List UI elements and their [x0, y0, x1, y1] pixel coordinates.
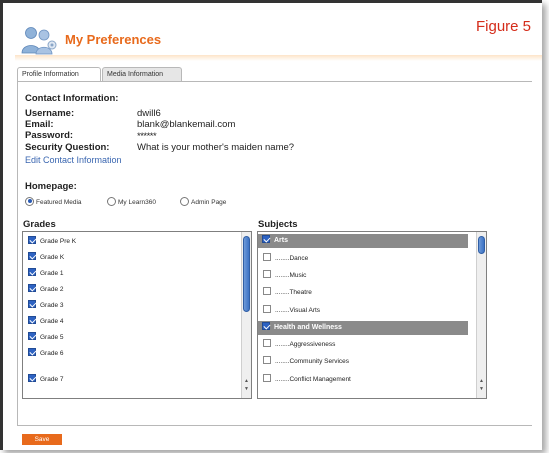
list-item-category[interactable]: Arts	[258, 234, 468, 248]
list-item[interactable]: Grade 6	[28, 346, 64, 362]
list-item[interactable]: Grade 1	[28, 266, 64, 282]
radio-selected-icon	[25, 196, 34, 206]
scroll-down-arrow-icon[interactable]: ▼	[243, 386, 250, 393]
subjects-list[interactable]: Arts ........Dance ........Music .......…	[257, 231, 487, 399]
figure-label: Figure 5	[476, 18, 532, 35]
email-label: Email:	[25, 119, 54, 130]
list-item-label: Grade 6	[40, 350, 64, 357]
list-item[interactable]: ........Music	[263, 268, 306, 284]
list-item[interactable]: Grade 7	[28, 372, 64, 388]
radio-featured-media[interactable]: Featured Media	[25, 196, 82, 209]
page-title: My Preferences	[65, 32, 162, 47]
checkbox-icon[interactable]	[263, 305, 271, 314]
list-item[interactable]: ........Aggressiveness	[263, 337, 335, 353]
checkbox-checked-icon[interactable]	[28, 300, 36, 309]
scrollbar-thumb[interactable]	[243, 236, 250, 312]
security-question-value: What is your mother's maiden name?	[137, 142, 295, 153]
people-icon	[21, 27, 57, 55]
checkbox-checked-icon[interactable]	[262, 322, 270, 331]
list-item[interactable]: Grade 3	[28, 298, 64, 314]
checkbox-checked-icon[interactable]	[28, 348, 36, 357]
list-item-category[interactable]: Health and Wellness	[258, 321, 468, 335]
list-item[interactable]: ........Theatre	[263, 285, 312, 301]
password-label: Password:	[25, 130, 74, 141]
edit-contact-link[interactable]: Edit Contact Information	[25, 155, 122, 165]
scroll-up-arrow-icon[interactable]: ▲	[243, 378, 250, 385]
checkbox-checked-icon[interactable]	[28, 252, 36, 261]
list-item-label: ........Theatre	[275, 289, 312, 296]
list-item-label: Grade K	[40, 254, 65, 261]
list-item[interactable]: Grade 2	[28, 282, 64, 298]
list-item-label: Arts	[274, 237, 289, 244]
scroll-down-arrow-icon[interactable]: ▼	[478, 386, 485, 393]
list-item-label: Grade Pre K	[40, 238, 77, 245]
title-divider	[15, 55, 542, 61]
checkbox-icon[interactable]	[263, 374, 271, 383]
checkbox-checked-icon[interactable]	[28, 332, 36, 341]
radio-admin-page[interactable]: Admin Page	[180, 196, 227, 209]
list-item[interactable]: Grade K	[28, 250, 64, 266]
save-button[interactable]: Save	[22, 434, 62, 445]
scroll-up-arrow-icon[interactable]: ▲	[478, 378, 485, 385]
email-value: blank@blankemail.com	[137, 119, 236, 130]
list-item-label: Grade 5	[40, 334, 64, 341]
homepage-heading: Homepage:	[25, 181, 77, 192]
checkbox-icon[interactable]	[263, 270, 271, 279]
checkbox-checked-icon[interactable]	[28, 316, 36, 325]
list-item[interactable]: ........Conflict Management	[263, 372, 351, 388]
list-item-label: Health and Wellness	[274, 324, 342, 331]
list-item-label: Grade 3	[40, 302, 64, 309]
grades-list[interactable]: Grade Pre K Grade K Grade 1 Grade 2 Grad…	[22, 231, 252, 399]
security-question-label: Security Question:	[25, 142, 110, 153]
checkbox-icon[interactable]	[263, 339, 271, 348]
list-item-label: ........Music	[275, 272, 307, 279]
contact-heading: Contact Information:	[25, 93, 119, 104]
radio-label: Admin Page	[191, 199, 227, 206]
grades-heading: Grades	[23, 219, 56, 230]
list-item-label: Grade 1	[40, 270, 64, 277]
list-item[interactable]: Grade 4	[28, 314, 64, 330]
radio-label: My Learn360	[118, 199, 156, 206]
grades-scrollbar[interactable]: ▲ ▼	[241, 232, 251, 398]
subjects-heading: Subjects	[258, 219, 298, 230]
checkbox-checked-icon[interactable]	[28, 374, 36, 383]
list-item-label: Grade 7	[40, 376, 64, 383]
list-item-label: Grade 2	[40, 286, 64, 293]
list-item-label: ........Community Services	[275, 358, 350, 365]
radio-unselected-icon	[180, 196, 189, 206]
list-item[interactable]: Grade Pre K	[28, 234, 76, 250]
username-value: dwill6	[137, 108, 161, 119]
radio-label: Featured Media	[36, 199, 82, 206]
checkbox-checked-icon[interactable]	[262, 235, 270, 244]
username-label: Username:	[25, 108, 75, 119]
list-item-label: ........Visual Arts	[275, 307, 321, 314]
list-item-label: ........Dance	[275, 255, 309, 262]
checkbox-icon[interactable]	[263, 287, 271, 296]
list-item-label: Grade 4	[40, 318, 64, 325]
checkbox-icon[interactable]	[263, 356, 271, 365]
checkbox-checked-icon[interactable]	[28, 268, 36, 277]
checkbox-checked-icon[interactable]	[28, 236, 36, 245]
list-item[interactable]: ........Visual Arts	[263, 303, 320, 319]
radio-my-learn360[interactable]: My Learn360	[107, 196, 156, 209]
subjects-scrollbar[interactable]: ▲ ▼	[476, 232, 486, 398]
radio-unselected-icon	[107, 196, 116, 206]
list-item[interactable]: Grade 5	[28, 330, 64, 346]
list-item[interactable]: ........Community Services	[263, 354, 349, 370]
tab-profile-information[interactable]: Profile Information	[17, 67, 101, 82]
list-item-label: ........Conflict Management	[275, 376, 351, 383]
password-value: ******	[137, 131, 157, 142]
list-item[interactable]: ........Dance	[263, 251, 308, 267]
checkbox-icon[interactable]	[263, 253, 271, 262]
scrollbar-thumb[interactable]	[478, 236, 485, 254]
tab-media-information[interactable]: Media Information	[102, 67, 182, 81]
list-item-label: ........Aggressiveness	[275, 341, 336, 348]
checkbox-checked-icon[interactable]	[28, 284, 36, 293]
